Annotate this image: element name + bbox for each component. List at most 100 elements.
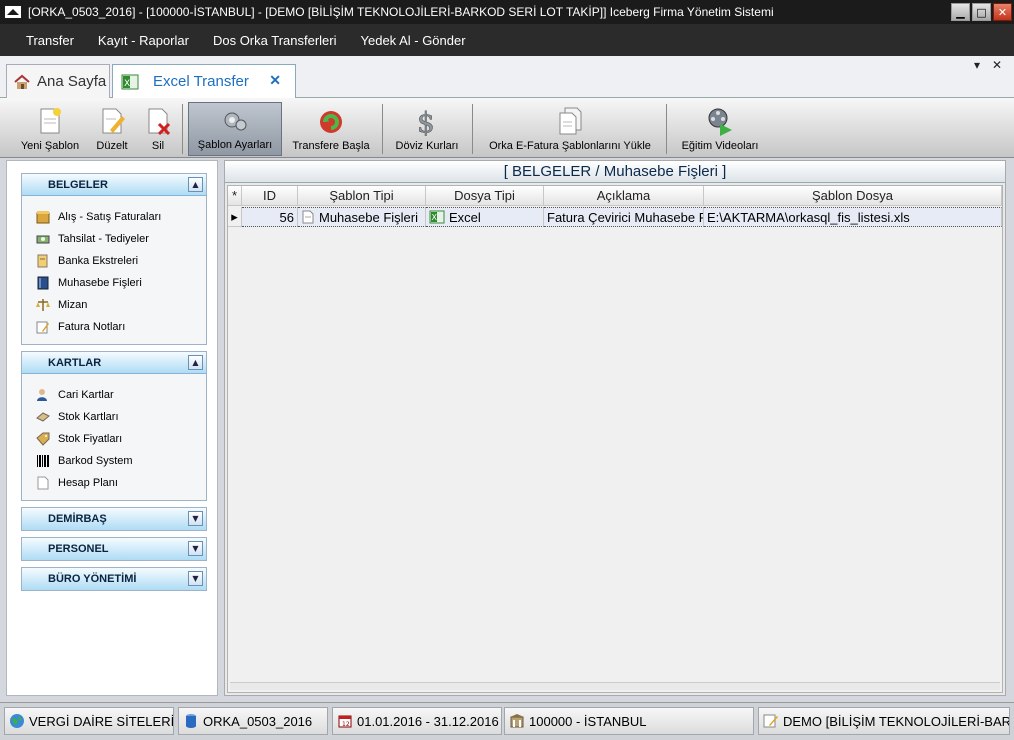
film-reel-icon [708,108,732,136]
start-transfer-button[interactable]: Transfere Başla [286,102,376,156]
svg-text:$: $ [417,106,435,136]
cell-id[interactable]: 56 [242,207,298,227]
group-header-personel[interactable]: PERSONEL ▼ [22,538,206,560]
nav-item-stok-kartlari[interactable]: Stok Kartları [22,406,206,428]
refresh-transfer-icon [320,111,342,133]
user-icon [37,389,47,401]
tab-home-label: Ana Sayfa [37,73,107,90]
exchange-rates-button[interactable]: $ Döviz Kurları [388,102,466,156]
status-vergi-daire[interactable]: VERGİ DAİRE SİTELERİ [4,707,174,735]
main-panel: [ BELGELER / Muhasebe Fişleri ] * ID Şab… [224,160,1006,696]
barcode-icon [37,455,49,467]
bank-statement-icon [37,254,48,268]
cell-sablon-tipi[interactable]: Muhasebe Fişleri [298,207,426,227]
menu-kayit-raporlar[interactable]: Kayıt - Raporlar [86,33,201,48]
new-row-marker: * [228,186,242,206]
window-title: [ORKA_0503_2016] - [100000-İSTANBUL] - [… [28,5,774,19]
menu-yedek[interactable]: Yedek Al - Gönder [349,33,478,48]
training-videos-button[interactable]: Eğitim Videoları [672,102,768,156]
status-database[interactable]: ORKA_0503_2016 [178,707,328,735]
status-company[interactable]: DEMO [BİLİŞİM TEKNOLOJİLERİ-BARKOD SERİ … [758,707,1010,735]
nav-item-stok-fiyatlari[interactable]: Stok Fiyatları [22,428,206,450]
scale-icon [36,299,50,311]
new-document-icon [40,108,61,134]
note-pencil-icon [36,321,49,334]
edit-note-icon [763,714,778,728]
group-header-belgeler[interactable]: BELGELER ▲ [22,174,206,196]
nav-item-mizan[interactable]: Mizan [22,294,206,316]
edit-icon [102,108,125,134]
nav-item-fatura-notlari[interactable]: Fatura Notları [22,316,206,338]
document-icon [302,210,314,224]
tab-dropdown-icon[interactable]: ▾ [974,58,980,72]
col-header-sablon-dosya[interactable]: Şablon Dosya [704,186,1002,206]
col-header-dosya-tipi[interactable]: Dosya Tipi [426,186,544,206]
tab-strip-close-icon[interactable]: ✕ [992,58,1002,72]
blank-page-icon [37,476,49,490]
expand-icon[interactable]: ▼ [188,511,203,526]
maximize-button[interactable]: □ [972,3,991,21]
nav-item-banka[interactable]: Banka Ekstreleri [22,250,206,272]
col-header-id[interactable]: ID [242,186,298,206]
status-branch[interactable]: 100000 - İSTANBUL [504,707,754,735]
toolbar-separator [382,104,383,154]
navigation-panel: BELGELER ▲ Alış - Satış Faturaları Tahsi… [6,160,218,696]
nav-item-hesap-plani[interactable]: Hesap Planı [22,472,206,494]
grid-header-row: * ID Şablon Tipi Dosya Tipi Açıklama Şab… [228,186,1002,206]
window-title-bar: [ORKA_0503_2016] - [100000-İSTANBUL] - [… [0,0,1014,24]
col-header-aciklama[interactable]: Açıklama [544,186,704,206]
group-buro-yonetimi: BÜRO YÖNETİMİ ▼ [21,567,207,591]
svg-text:X: X [432,213,438,222]
cell-sablon-dosya[interactable]: E:\AKTARMA\orkasql_fis_listesi.xls [704,207,1002,227]
tab-close-icon[interactable]: ✕ [269,72,281,89]
new-template-button[interactable]: Yeni Şablon [14,102,86,156]
group-belgeler: BELGELER ▲ Alış - Satış Faturaları Tahsi… [21,173,207,345]
stock-card-icon [36,412,50,422]
menu-dos-orka[interactable]: Dos Orka Transferleri [201,33,349,48]
home-icon [14,74,30,89]
template-settings-button[interactable]: Şablon Ayarları [188,102,282,156]
calendar-icon: 12 [338,715,352,728]
nav-item-cari-kartlar[interactable]: Cari Kartlar [22,384,206,406]
nav-item-barkod[interactable]: Barkod System [22,450,206,472]
tab-excel-label: Excel Transfer [153,73,249,90]
table-row[interactable]: ▸ 56 Muhasebe Fişleri X Excel Fatura Çev… [228,207,1002,227]
status-period[interactable]: 12 01.01.2016 - 31.12.2016 [332,707,502,735]
menu-bar: Transfer Kayıt - Raporlar Dos Orka Trans… [0,24,1014,56]
nav-item-alis-satis[interactable]: Alış - Satış Faturaları [22,206,206,228]
cell-dosya-tipi[interactable]: X Excel [426,207,544,227]
close-window-button[interactable]: ✕ [993,3,1012,21]
group-header-kartlar[interactable]: KARTLAR ▲ [22,352,206,374]
toolbar: Yeni Şablon Düzelt Sil Şablon Ayarları T… [0,98,1014,158]
group-demirbas: DEMİRBAŞ ▼ [21,507,207,531]
tab-home[interactable]: Ana Sayfa [6,64,110,98]
delete-button[interactable]: Sil [140,102,176,156]
toolbar-separator [666,104,667,154]
nav-item-tahsilat[interactable]: Tahsilat - Tediyeler [22,228,206,250]
nav-item-muhasebe[interactable]: Muhasebe Fişleri [22,272,206,294]
grid-title: [ BELGELER / Muhasebe Fişleri ] [225,161,1005,183]
row-indicator-icon: ▸ [228,207,242,227]
globe-icon [10,714,24,728]
minimize-button[interactable]: ▁ [951,3,970,21]
tab-strip: Ana Sayfa X Excel Transfer ✕ ▾ ✕ [0,56,1014,98]
group-personel: PERSONEL ▼ [21,537,207,561]
collapse-icon[interactable]: ▲ [188,355,203,370]
settings-gear-icon [224,112,247,131]
expand-icon[interactable]: ▼ [188,541,203,556]
tab-excel-transfer[interactable]: X Excel Transfer ✕ [112,64,296,98]
database-icon [186,714,196,728]
edit-button[interactable]: Düzelt [90,102,134,156]
group-header-demirbas[interactable]: DEMİRBAŞ ▼ [22,508,206,530]
expand-icon[interactable]: ▼ [188,571,203,586]
svg-text:12: 12 [342,721,350,728]
menu-transfer[interactable]: Transfer [14,33,86,48]
toolbar-separator [472,104,473,154]
load-efatura-templates-button[interactable]: Orka E-Fatura Şablonlarını Yükle [478,102,662,156]
group-header-buro-yonetimi[interactable]: BÜRO YÖNETİMİ ▼ [22,568,206,590]
col-header-sablon-tipi[interactable]: Şablon Tipi [298,186,426,206]
collapse-icon[interactable]: ▲ [188,177,203,192]
price-tag-icon [36,432,50,446]
cell-aciklama[interactable]: Fatura Çevirici Muhasebe F [544,207,704,227]
horizontal-scrollbar[interactable] [230,682,1000,690]
